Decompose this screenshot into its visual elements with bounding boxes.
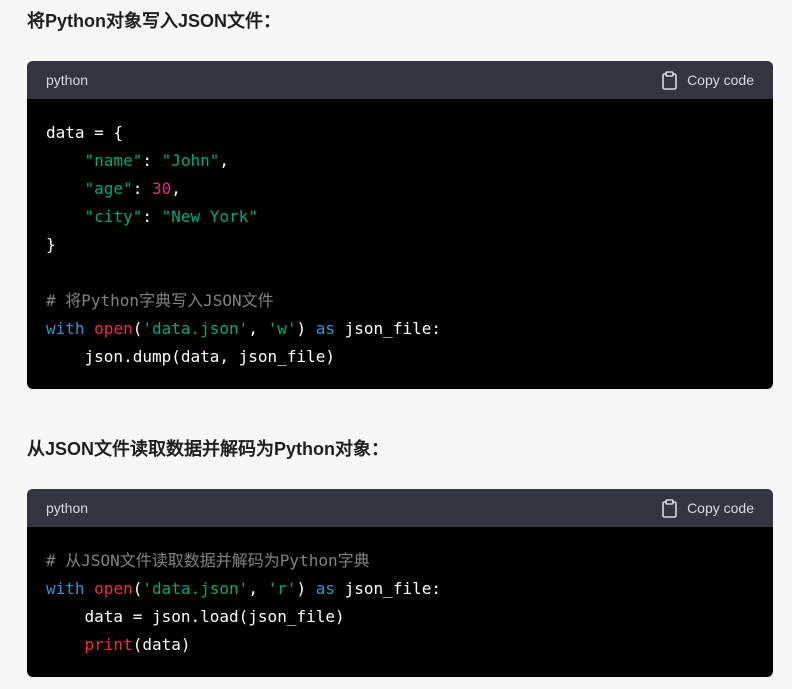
code-line: with open('data.json', 'r') as json_file…	[46, 575, 754, 603]
code-content: data = { "name": "John", "age": 30, "cit…	[46, 119, 754, 371]
code-text: json_file:	[335, 579, 441, 598]
copy-code-button[interactable]: Copy code	[661, 498, 754, 518]
code-line: data = {	[46, 119, 754, 147]
code-block-header: python Copy code	[27, 489, 773, 527]
code-string: "name"	[84, 151, 143, 170]
code-keyword: with	[46, 319, 85, 338]
clipboard-icon	[661, 70, 678, 90]
copy-code-label: Copy code	[687, 72, 754, 88]
code-string: "John"	[161, 151, 220, 170]
code-text: data = {	[46, 123, 124, 142]
code-text: (data)	[132, 635, 191, 654]
code-line: "name": "John",	[46, 147, 754, 175]
code-text: json_file:	[335, 319, 441, 338]
code-text: ,	[171, 179, 181, 198]
section-heading-read-json: 从JSON文件读取数据并解码为Python对象：	[27, 439, 390, 459]
code-text: ,	[219, 151, 230, 170]
code-keyword: as	[315, 579, 336, 598]
code-text: )	[296, 319, 316, 338]
code-line: # 将Python字典写入JSON文件	[46, 287, 754, 315]
code-text: (	[132, 579, 143, 598]
copy-code-button[interactable]: Copy code	[661, 70, 754, 90]
code-text: (	[132, 319, 143, 338]
code-text: ,	[248, 579, 268, 598]
code-body: # 从JSON文件读取数据并解码为Python字典 with open('data…	[27, 527, 773, 659]
code-content: # 从JSON文件读取数据并解码为Python字典 with open('data…	[46, 547, 754, 659]
section-heading-write-json: 将Python对象写入JSON文件：	[27, 11, 282, 31]
clipboard-icon	[661, 498, 678, 518]
code-number: 30	[151, 179, 172, 198]
code-string: 'data.json'	[142, 579, 249, 598]
code-string: "city"	[84, 207, 143, 226]
code-block-header: python Copy code	[27, 61, 773, 99]
code-body: data = { "name": "John", "age": 30, "cit…	[27, 99, 773, 371]
code-comment: # 将Python字典写入JSON文件	[46, 291, 274, 310]
code-text: json.dump(data, json_file)	[46, 347, 335, 366]
code-builtin: print	[84, 635, 133, 654]
code-block-write-json: python Copy code data = { "name": "John"…	[27, 61, 773, 389]
code-text: }	[46, 235, 56, 254]
code-string: "age"	[84, 179, 133, 198]
code-text: )	[296, 579, 316, 598]
code-language-label: python	[46, 72, 89, 88]
code-text: :	[142, 151, 162, 170]
code-line: json.dump(data, json_file)	[46, 343, 754, 371]
code-block-read-json: python Copy code # 从JSON文件读取数据并解码为Python…	[27, 489, 773, 677]
code-line: with open('data.json', 'w') as json_file…	[46, 315, 754, 343]
code-line: "city": "New York"	[46, 203, 754, 231]
code-line: }	[46, 231, 754, 259]
copy-code-label: Copy code	[687, 500, 754, 516]
code-text: :	[132, 179, 152, 198]
code-line: # 从JSON文件读取数据并解码为Python字典	[46, 547, 754, 575]
code-text: :	[142, 207, 162, 226]
code-language-label: python	[46, 500, 89, 516]
code-line: "age": 30,	[46, 175, 754, 203]
code-builtin: open	[94, 319, 133, 338]
code-keyword: as	[315, 319, 336, 338]
code-text: ,	[248, 319, 268, 338]
code-string: 'data.json'	[142, 319, 249, 338]
code-builtin: open	[94, 579, 133, 598]
code-string: 'w'	[267, 319, 297, 338]
code-string: "New York"	[161, 207, 258, 226]
code-line: print(data)	[46, 631, 754, 659]
code-line: data = json.load(json_file)	[46, 603, 754, 631]
code-text: data = json.load(json_file)	[46, 607, 345, 626]
code-string: 'r'	[267, 579, 297, 598]
code-keyword: with	[46, 579, 85, 598]
code-comment: # 从JSON文件读取数据并解码为Python字典	[46, 551, 370, 570]
